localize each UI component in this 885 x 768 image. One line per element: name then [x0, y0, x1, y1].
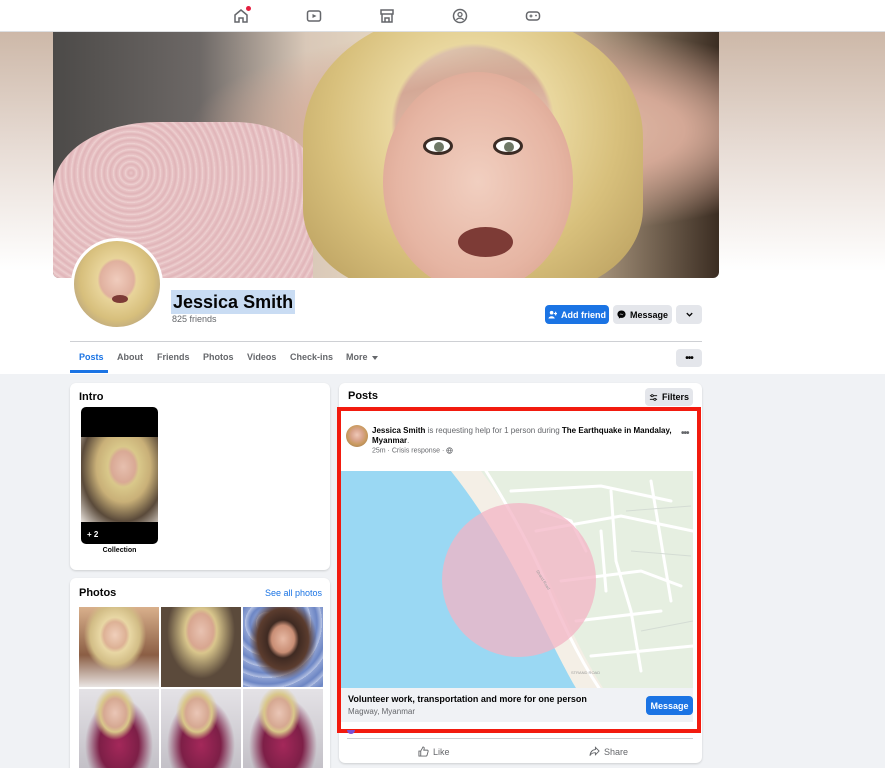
photo-thumbnail[interactable]: [243, 607, 323, 687]
photos-title: Photos: [79, 587, 117, 599]
photo-thumbnail[interactable]: [79, 607, 159, 687]
collection-thumbnail[interactable]: [81, 407, 158, 544]
filters-label: Filters: [661, 392, 689, 402]
photo-thumbnail[interactable]: [243, 689, 323, 768]
tab-photos[interactable]: Photos: [203, 352, 234, 362]
tab-check-ins[interactable]: Check-ins: [290, 352, 333, 362]
message-button[interactable]: Message: [613, 305, 672, 324]
like-button[interactable]: Like: [418, 746, 450, 757]
groups-icon[interactable]: [452, 8, 468, 24]
active-tab-indicator: [70, 370, 108, 373]
more-options-dropdown[interactable]: [676, 305, 702, 324]
collection-count: + 2: [87, 530, 99, 539]
filters-button[interactable]: Filters: [645, 388, 693, 406]
tab-videos[interactable]: Videos: [247, 352, 276, 362]
photo-thumbnail[interactable]: [161, 689, 241, 768]
tab-posts[interactable]: Posts: [79, 352, 104, 362]
tab-friends[interactable]: Friends: [157, 352, 190, 362]
video-icon[interactable]: [306, 8, 322, 24]
chevron-down-icon: [685, 312, 693, 317]
marketplace-icon[interactable]: [379, 8, 395, 24]
filters-icon: [649, 393, 658, 401]
photo-thumbnail[interactable]: [161, 607, 241, 687]
home-icon[interactable]: [233, 6, 251, 24]
message-label: Message: [629, 309, 669, 320]
collection-label: Collection: [102, 547, 137, 554]
tabs-divider: [70, 341, 702, 342]
intro-title: Intro: [79, 391, 104, 403]
avatar-lips: [112, 295, 128, 303]
photo-thumbnail[interactable]: [79, 689, 159, 768]
more-dots-icon: •••: [685, 352, 693, 364]
profile-menu-button[interactable]: •••: [676, 349, 702, 367]
share-button[interactable]: Share: [589, 746, 628, 757]
profile-avatar[interactable]: [71, 238, 163, 330]
cover-photo-lips: [458, 227, 513, 257]
post-actions-divider: [347, 738, 693, 739]
messenger-icon: [617, 310, 626, 319]
caret-down-icon: [371, 355, 378, 360]
add-friend-button[interactable]: Add friend: [545, 305, 609, 324]
tab-more-label: More: [346, 352, 368, 362]
add-friend-label: Add friend: [561, 309, 606, 320]
top-navigation-bar: [0, 0, 885, 32]
see-all-photos-link[interactable]: See all photos: [265, 588, 322, 598]
cover-photo-eye: [493, 137, 523, 155]
gaming-icon[interactable]: [525, 8, 541, 24]
cover-photo-eye: [423, 137, 453, 155]
notification-dot: [246, 6, 251, 11]
add-friend-icon: [548, 310, 557, 319]
friend-count[interactable]: 825 friends: [172, 314, 217, 324]
profile-name: Jessica Smith: [171, 290, 296, 314]
like-label: Like: [433, 746, 450, 757]
share-label: Share: [604, 746, 629, 757]
tab-more[interactable]: More: [346, 352, 378, 362]
highlight-box: [337, 407, 701, 733]
collection-photo: [81, 437, 158, 522]
tab-about[interactable]: About: [117, 352, 143, 362]
posts-title: Posts: [348, 390, 378, 402]
share-icon: [589, 746, 600, 756]
like-icon: [418, 746, 429, 757]
cover-photo[interactable]: [53, 32, 719, 278]
